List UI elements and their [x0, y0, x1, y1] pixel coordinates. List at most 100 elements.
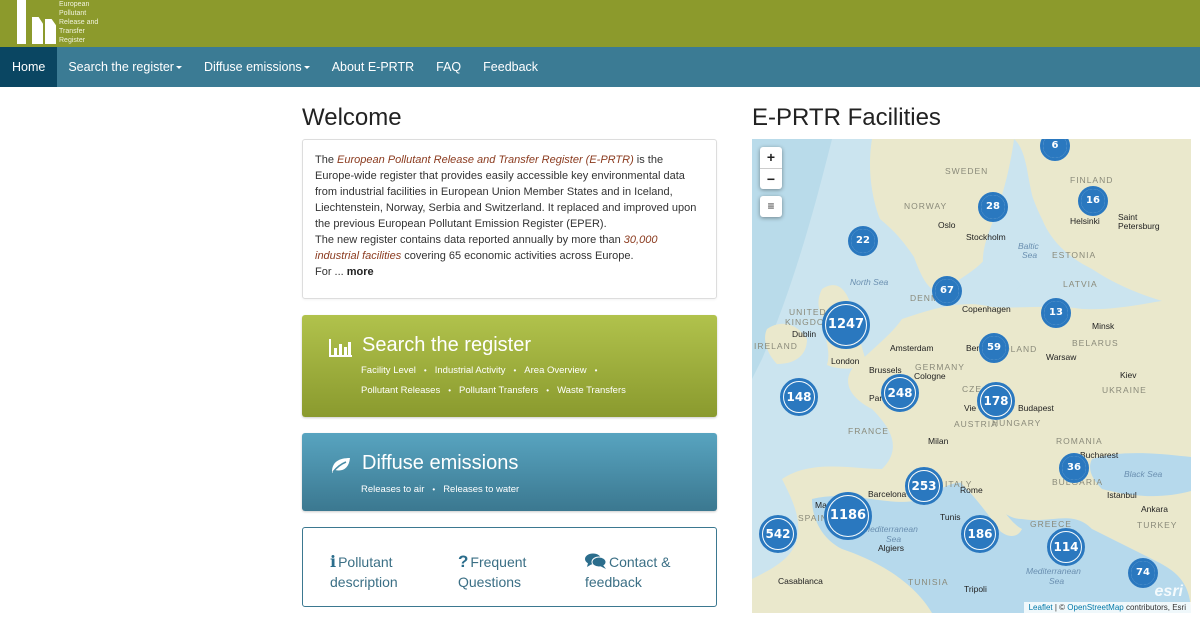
nav-about[interactable]: About E-PRTR [321, 47, 425, 87]
zoom-in-button[interactable]: + [760, 147, 782, 168]
bullet: • [513, 366, 517, 375]
map-label: Warsaw [1046, 352, 1077, 362]
facility-cluster-marker[interactable]: 22 [848, 226, 878, 256]
eprtr-logo[interactable]: European Pollutant Release and Transfer … [15, 0, 115, 47]
nav-search-register[interactable]: Search the register [57, 47, 193, 87]
eprtr-emphasis: European Pollutant Release and Transfer … [337, 154, 634, 166]
quick-link-text: Frequent [470, 554, 527, 570]
facility-cluster-marker[interactable]: 1247 [822, 301, 870, 349]
osm-link[interactable]: OpenStreetMap [1067, 603, 1123, 612]
welcome-panel: The European Pollutant Release and Trans… [302, 139, 717, 299]
link-facility-level[interactable]: Facility Level [361, 365, 416, 376]
map-label: London [831, 356, 860, 366]
contact-feedback-link[interactable]: Contact & feedback [585, 552, 670, 592]
nav-home[interactable]: Home [0, 47, 58, 87]
facility-cluster-marker[interactable]: 74 [1128, 558, 1158, 588]
nav-diffuse-emissions[interactable]: Diffuse emissions [193, 47, 321, 87]
map-label: IRELAND [754, 341, 798, 351]
quick-link-text: Contact & [609, 554, 671, 570]
nav-faq[interactable]: FAQ [425, 47, 472, 87]
link-waste-transfers[interactable]: Waste Transfers [557, 385, 626, 396]
map-label: Mediterranean [863, 524, 918, 534]
facility-cluster-marker[interactable]: 114 [1047, 528, 1085, 566]
logo-line: Transfer [59, 28, 85, 35]
cluster-count: 59 [982, 336, 1006, 360]
map-label: Ankara [1141, 504, 1168, 514]
logo-text: European Pollutant Release and Transfer … [59, 0, 98, 45]
cluster-count: 114 [1051, 532, 1081, 562]
cluster-count: 186 [965, 519, 995, 549]
map-label: Stockholm [966, 232, 1006, 242]
bullet: • [448, 386, 452, 395]
cluster-count: 16 [1081, 189, 1105, 213]
welcome-text: covering 65 economic activities across E… [401, 250, 634, 262]
facility-cluster-marker[interactable]: 16 [1078, 186, 1108, 216]
logo-line: Pollutant [59, 10, 87, 17]
map-heading: E-PRTR Facilities [752, 104, 941, 131]
quick-link-text: Pollutant [338, 554, 393, 570]
link-releases-water[interactable]: Releases to water [443, 484, 519, 495]
main-nav: Home Search the register Diffuse emissio… [0, 47, 1200, 87]
diffuse-emissions-links: Releases to air • Releases to water [361, 480, 519, 500]
caret-down-icon [175, 66, 182, 70]
map-label: NORWAY [904, 201, 948, 211]
logo-line: Release and [59, 19, 99, 26]
zoom-out-button[interactable]: − [760, 168, 782, 189]
bullet: • [546, 386, 550, 395]
link-pollutant-transfers[interactable]: Pollutant Transfers [459, 385, 538, 396]
comments-icon [585, 553, 607, 569]
facility-cluster-marker[interactable]: 28 [978, 192, 1008, 222]
nav-label: Feedback [483, 60, 539, 74]
quick-links-panel: i Pollutant description ? Frequent Questio… [302, 527, 717, 607]
facility-cluster-marker[interactable]: 253 [905, 467, 943, 505]
map-label: Vie [964, 403, 977, 413]
cluster-count: 1186 [828, 496, 868, 536]
map-label: UKRAINE [1102, 385, 1147, 395]
search-register-links: Facility Level • Industrial Activity • Area … [361, 361, 661, 401]
cluster-count: 542 [763, 519, 793, 549]
welcome-heading: Welcome [302, 104, 402, 131]
logo-line: Register [59, 37, 86, 44]
map-label: Casablanca [778, 576, 823, 586]
map-label: Algiers [878, 543, 904, 553]
link-releases-air[interactable]: Releases to air [361, 484, 424, 495]
link-industrial-activity[interactable]: Industrial Activity [435, 365, 506, 376]
diffuse-emissions-tile[interactable]: Diffuse emissions Releases to air • Releas… [302, 433, 717, 511]
logo-line: European [59, 1, 90, 8]
link-pollutant-releases[interactable]: Pollutant Releases [361, 385, 440, 396]
cluster-count: 67 [935, 279, 959, 303]
facility-cluster-marker[interactable]: 178 [977, 382, 1015, 420]
facility-cluster-marker[interactable]: 13 [1041, 298, 1071, 328]
faq-link[interactable]: ? Frequent Questions [458, 552, 526, 592]
welcome-text: For ... [315, 266, 347, 278]
facility-cluster-marker[interactable]: 59 [979, 333, 1009, 363]
link-area-overview[interactable]: Area Overview [524, 365, 586, 376]
facility-cluster-marker[interactable]: 542 [759, 515, 797, 553]
facility-cluster-marker[interactable]: 248 [881, 374, 919, 412]
facility-cluster-marker[interactable]: 148 [780, 378, 818, 416]
more-link[interactable]: more [347, 266, 374, 278]
bullet: • [423, 366, 427, 375]
facility-cluster-marker[interactable]: 186 [961, 515, 999, 553]
welcome-text: The [315, 154, 338, 166]
map-label: LATVIA [1063, 279, 1098, 289]
quick-link-text: feedback [585, 574, 642, 590]
cluster-count: 178 [981, 386, 1011, 416]
nav-label: Diffuse emissions [203, 60, 302, 74]
facility-cluster-marker[interactable]: 67 [932, 276, 962, 306]
cluster-count: 248 [885, 378, 915, 408]
search-register-tile[interactable]: Search the register Facility Level • Indus… [302, 315, 717, 417]
nav-feedback[interactable]: Feedback [472, 47, 549, 87]
facility-cluster-marker[interactable]: 36 [1059, 453, 1089, 483]
map-label: Kiev [1120, 370, 1137, 380]
diffuse-emissions-title: Diffuse emissions [362, 452, 519, 474]
cluster-count: 1247 [826, 305, 866, 345]
leaflet-link[interactable]: Leaflet [1029, 603, 1053, 612]
facilities-map[interactable]: + − ≡ SWEDEN FINLAND NORWAY Oslo Stockho… [752, 139, 1191, 613]
map-label: Mediterranean [1026, 566, 1081, 576]
pollutant-description-link[interactable]: i Pollutant description [330, 552, 398, 592]
facility-cluster-marker[interactable]: 1186 [824, 492, 872, 540]
caret-down-icon [303, 66, 310, 70]
leaf-icon [332, 458, 350, 473]
layers-menu-icon[interactable]: ≡ [760, 196, 782, 217]
